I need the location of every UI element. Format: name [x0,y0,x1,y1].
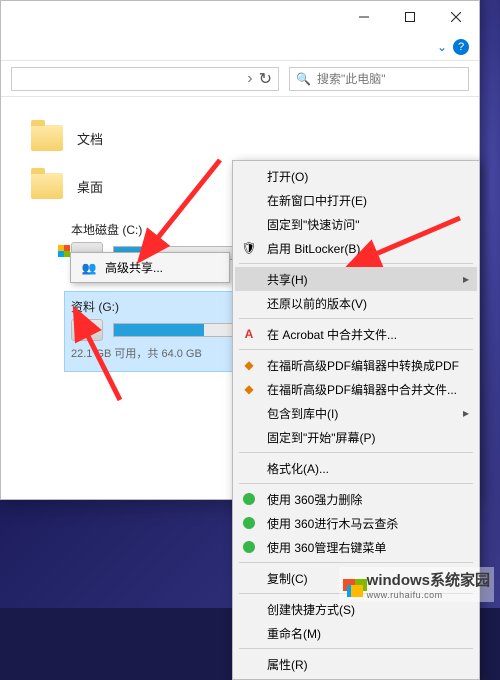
context-menu-label: 使用 360管理右键菜单 [267,539,386,556]
context-menu-label: 启用 BitLocker(B) [267,240,360,257]
menu-separator [239,562,473,563]
context-menu-label: 打开(O) [267,168,308,185]
context-menu-item[interactable]: 固定到"快速访问" [235,212,477,236]
shield-icon: 🛡 [239,241,259,255]
drive-title: 资料 (G:) [71,298,259,315]
address-box[interactable]: › ↻ [11,67,279,91]
context-menu-item[interactable]: 打开(O) [235,164,477,188]
context-menu-label: 复制(C) [267,570,308,587]
folder-label: 桌面 [77,177,103,196]
context-menu-item[interactable]: 格式化(A)... [235,456,477,480]
context-menu: 打开(O) 在新窗口中打开(E) 固定到"快速访问" 🛡 启用 BitLocker(B)… [232,160,480,680]
watermark-url: www.ruhaifu.com [367,590,490,600]
context-menu-item[interactable]: 重命名(M) [235,621,477,645]
menu-separator [239,452,473,453]
context-menu-item[interactable]: 包含到库中(I) ▸ [235,401,477,425]
maximize-button[interactable] [387,1,433,33]
context-menu-label: 在福昕高级PDF编辑器中合并文件... [267,381,457,398]
context-menu-item[interactable]: 还原以前的版本(V) [235,291,477,315]
pdf-edit-icon: ◆ [239,358,259,372]
acrobat-icon: A [239,327,259,341]
360-icon [239,493,259,505]
folder-icon [31,125,63,151]
advanced-share-label: 高级共享... [105,259,163,276]
titlebar [1,1,479,33]
context-menu-label: 重命名(M) [267,625,321,642]
context-menu-label: 共享(H) [267,271,308,288]
advanced-share-item[interactable]: 👥 高级共享... [71,253,229,282]
context-menu-label: 创建快捷方式(S) [267,601,355,618]
context-menu-item[interactable]: 🛡 启用 BitLocker(B) [235,236,477,260]
submenu-arrow-icon: ▸ [463,272,469,286]
ribbon-caret-icon[interactable]: ⌄ [437,40,447,54]
context-menu-label: 使用 360进行木马云查杀 [267,515,398,532]
share-submenu: 👥 高级共享... [70,252,230,283]
context-menu-label: 格式化(A)... [267,460,329,477]
refresh-icon[interactable]: ↻ [259,69,272,89]
context-menu-item[interactable]: 使用 360进行木马云查杀 [235,511,477,535]
search-icon: 🔍 [296,72,311,86]
context-menu-label: 在福昕高级PDF编辑器中转换成PDF [267,357,459,374]
360-icon [239,541,259,553]
watermark-brand: windows系统家园 [367,572,490,589]
folder-label: 文档 [77,129,103,148]
folder-row[interactable]: 文档 [31,125,469,151]
close-button[interactable] [433,1,479,33]
context-menu-label: 包含到库中(I) [267,405,338,422]
menu-separator [239,318,473,319]
menu-separator [239,483,473,484]
context-menu-label: 固定到"快速访问" [267,216,360,233]
help-button[interactable]: ? [453,39,469,55]
minimize-button[interactable] [341,1,387,33]
windows-logo-icon [351,585,363,597]
360-icon [239,517,259,529]
drive-icon [71,319,103,341]
context-menu-label: 在 Acrobat 中合并文件... [267,326,397,343]
context-menu-item[interactable]: 使用 360管理右键菜单 [235,535,477,559]
context-menu-label: 使用 360强力删除 [267,491,362,508]
context-menu-item[interactable]: 在新窗口中打开(E) [235,188,477,212]
ribbon-row: ⌄ ? [1,33,479,61]
address-bar-row: › ↻ 🔍 搜索"此电脑" [1,61,479,97]
drive-fill [114,324,204,336]
folder-icon [31,173,63,199]
context-menu-item[interactable]: A 在 Acrobat 中合并文件... [235,322,477,346]
context-menu-label: 还原以前的版本(V) [267,295,367,312]
context-menu-item[interactable]: 固定到"开始"屏幕(P) [235,425,477,449]
menu-separator [239,648,473,649]
go-caret-icon[interactable]: › [247,70,252,88]
context-menu-label: 属性(R) [267,656,308,673]
menu-separator [239,349,473,350]
search-box[interactable]: 🔍 搜索"此电脑" [289,67,469,91]
menu-separator [239,263,473,264]
context-menu-item[interactable]: 属性(R) [235,652,477,676]
context-menu-label: 在新窗口中打开(E) [267,192,367,209]
search-placeholder: 搜索"此电脑" [317,70,386,87]
pdf-edit-icon: ◆ [239,382,259,396]
context-menu-item[interactable]: ◆ 在福昕高级PDF编辑器中转换成PDF [235,353,477,377]
watermark: windows系统家园 www.ruhaifu.com [339,567,494,602]
submenu-arrow-icon: ▸ [463,406,469,420]
context-menu-item[interactable]: 使用 360强力删除 [235,487,477,511]
drive-subtext: 22.1 GB 可用，共 64.0 GB [71,345,259,361]
people-icon: 👥 [81,260,97,276]
context-menu-label: 固定到"开始"屏幕(P) [267,429,376,446]
context-menu-item[interactable]: ◆ 在福昕高级PDF编辑器中合并文件... [235,377,477,401]
context-menu-item[interactable]: 共享(H) ▸ [235,267,477,291]
